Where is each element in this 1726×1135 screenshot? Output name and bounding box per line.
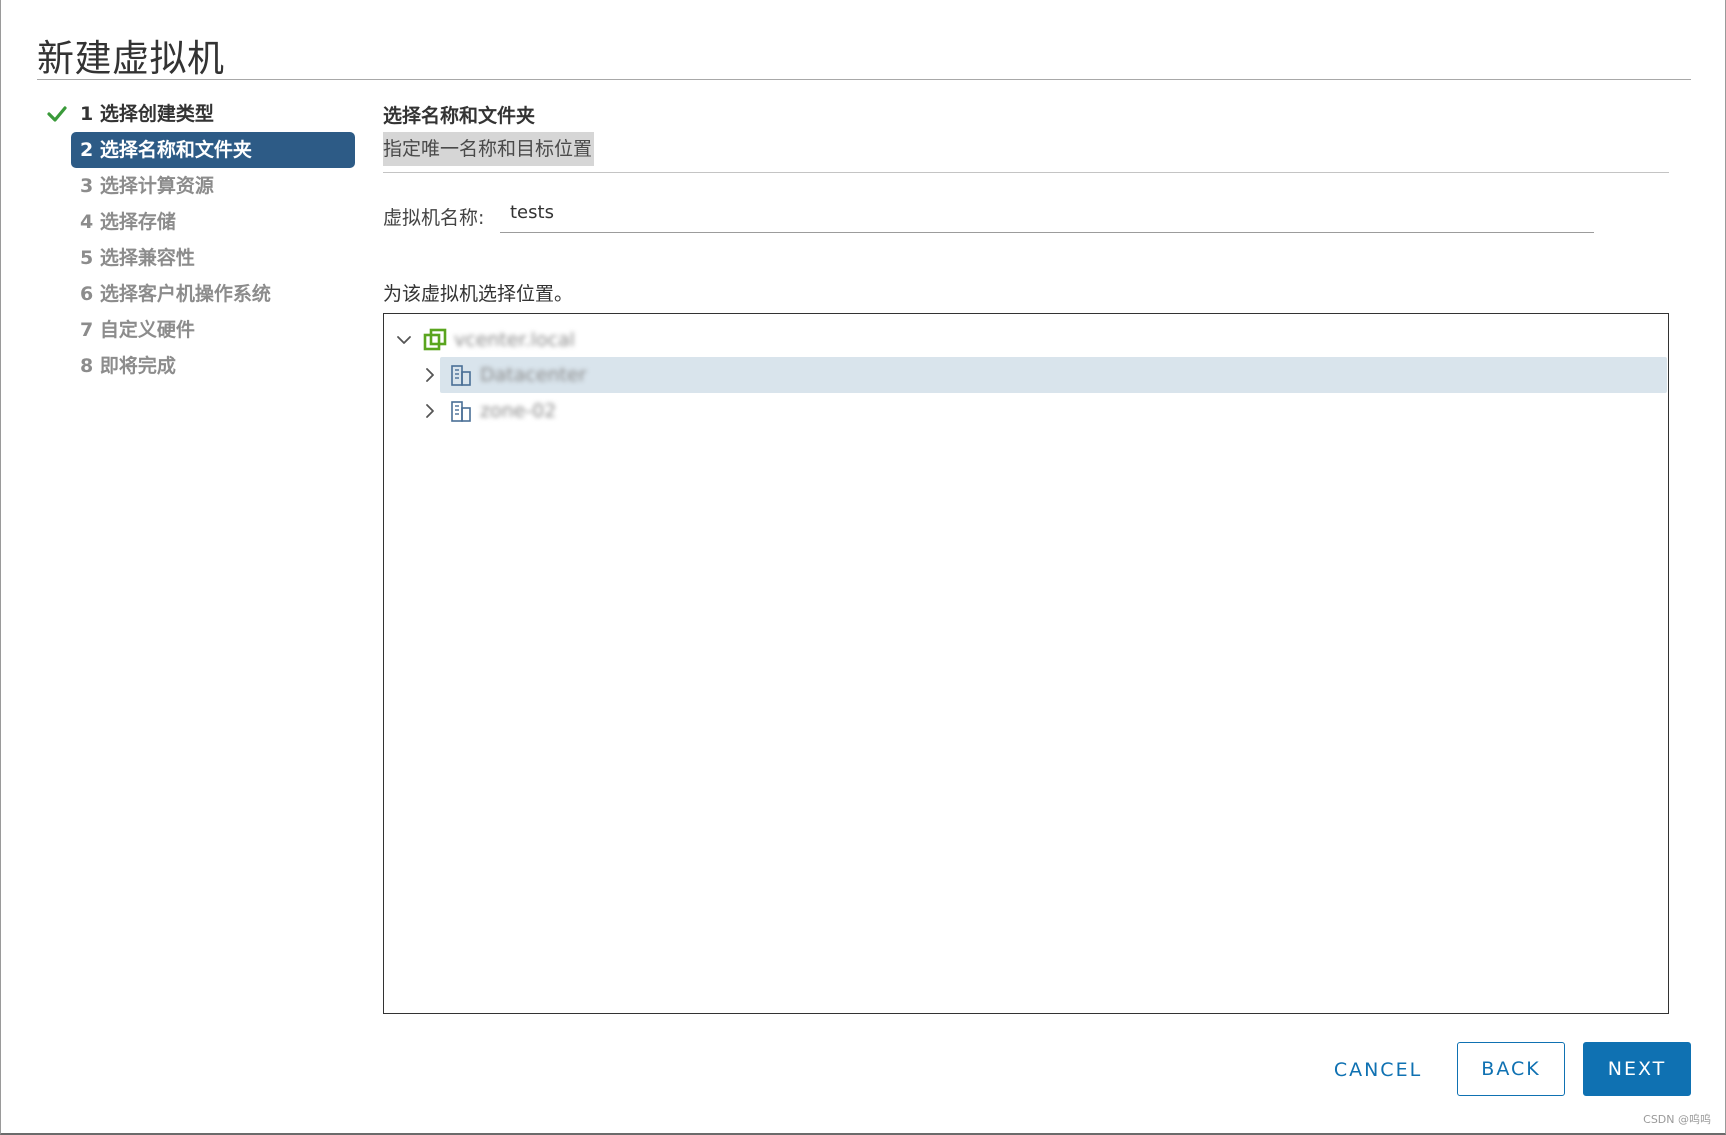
datacenter-icon — [451, 365, 471, 386]
step-label: 8 即将完成 — [80, 355, 176, 377]
chevron-right-icon[interactable] — [420, 365, 440, 385]
step-label: 1 选择创建类型 — [80, 103, 214, 125]
tree-node-label: vcenter.local — [454, 329, 575, 351]
tree-node-vcenter[interactable]: vcenter.local — [394, 322, 575, 358]
section-divider — [383, 172, 1669, 173]
step-3-select-compute-resource: 3 选择计算资源 — [45, 168, 355, 204]
step-label: 4 选择存储 — [80, 211, 176, 233]
vm-name-input[interactable] — [500, 193, 1594, 233]
section-subtitle: 指定唯一名称和目标位置 — [383, 132, 595, 166]
watermark-text: CSDN @呜呜 — [1643, 1113, 1711, 1126]
step-1-select-creation-type[interactable]: 1 选择创建类型 — [45, 96, 355, 132]
chevron-right-icon[interactable] — [420, 401, 440, 421]
chevron-down-icon[interactable] — [394, 330, 414, 350]
vm-name-row: 虚拟机名称: — [383, 193, 1669, 243]
step-label: 2 选择名称和文件夹 — [80, 139, 252, 161]
vcenter-icon — [423, 328, 447, 351]
location-label: 为该虚拟机选择位置。 — [383, 283, 574, 305]
step-2-select-name-folder[interactable]: 2 选择名称和文件夹 — [71, 132, 355, 168]
section-title: 选择名称和文件夹 — [383, 105, 536, 127]
step-8-ready-to-complete: 8 即将完成 — [45, 348, 355, 384]
step-7-customize-hardware: 7 自定义硬件 — [45, 312, 355, 348]
selected-row-highlight — [440, 357, 1667, 393]
tree-node-label: Datacenter — [480, 364, 587, 386]
step-4-select-storage: 4 选择存储 — [45, 204, 355, 240]
wizard-steps: 1 选择创建类型 2 选择名称和文件夹 3 选择计算资源 4 选择存储 5 选择… — [45, 96, 355, 384]
step-6-select-guest-os: 6 选择客户机操作系统 — [45, 276, 355, 312]
next-button[interactable]: NEXT — [1583, 1042, 1691, 1096]
cancel-button[interactable]: CANCEL — [1323, 1043, 1433, 1097]
vm-name-label: 虚拟机名称: — [383, 207, 485, 229]
step-label: 6 选择客户机操作系统 — [80, 283, 271, 305]
check-icon — [47, 106, 67, 122]
tree-node-label: zone-02 — [480, 400, 557, 422]
datacenter-icon — [451, 401, 471, 422]
step-label: 3 选择计算资源 — [80, 175, 214, 197]
dialog-title: 新建虚拟机 — [37, 37, 225, 80]
new-vm-dialog: 新建虚拟机 1 选择创建类型 2 选择名称和文件夹 3 选择计算资源 4 选择存… — [0, 0, 1726, 1135]
back-button[interactable]: BACK — [1457, 1042, 1565, 1096]
title-divider — [37, 79, 1691, 80]
tree-node-datacenter-1[interactable]: Datacenter — [420, 357, 1667, 393]
location-tree[interactable]: vcenter.local Datacenter zone-02 — [383, 313, 1669, 1014]
step-label: 5 选择兼容性 — [80, 247, 195, 269]
step-label: 7 自定义硬件 — [80, 319, 195, 341]
tree-node-datacenter-2[interactable]: zone-02 — [420, 393, 556, 429]
main-content: 选择名称和文件夹 指定唯一名称和目标位置 虚拟机名称: 为该虚拟机选择位置。 v… — [383, 100, 1669, 1014]
step-5-select-compatibility: 5 选择兼容性 — [45, 240, 355, 276]
